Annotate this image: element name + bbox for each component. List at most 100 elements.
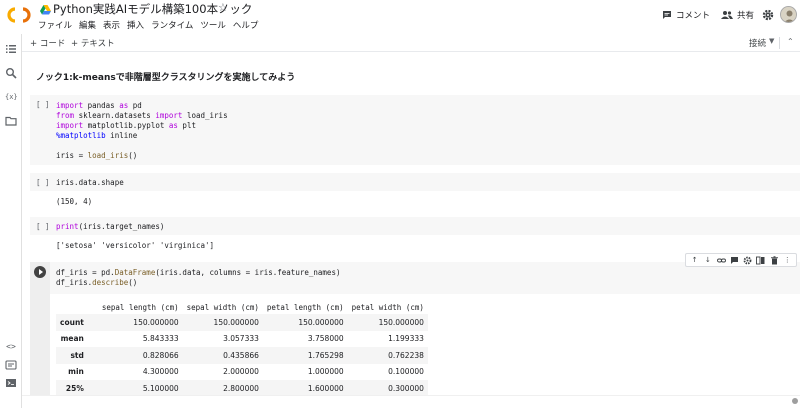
code-snippets-icon[interactable]: <> [5,341,17,353]
table-index-header [56,300,98,314]
table-cell: 1.765298 [307,350,344,360]
describe-dataframe-table: sepal length (cm) sepal width (cm) petal… [56,300,428,395]
table-cell: 3.057333 [223,334,259,344]
table-cell: 4.300000 [142,367,179,377]
table-cell: 0.828066 [142,350,179,360]
table-of-contents-icon[interactable] [5,43,17,55]
left-sidebar: {x} <> [0,34,22,408]
menu-item-view[interactable]: 表示 [103,19,120,31]
table-cell: 0.762238 [388,350,424,360]
code-cell-1[interactable]: [ ] import pandas as pd from sklearn.dat… [30,95,800,165]
code-cell-background [30,173,800,191]
row-label: mean [60,334,84,344]
share-label: 共有 [737,11,755,21]
cell-code[interactable]: import pandas as pd from sklearn.dataset… [56,101,228,161]
folder-icon[interactable] [5,115,17,127]
table-cell: 1.600000 [307,383,344,393]
connect-dropdown-icon[interactable]: ▼ [769,37,774,45]
drive-icon [40,5,51,15]
menu-item-file[interactable]: ファイル [38,19,72,31]
settings-gear-icon[interactable] [762,9,774,21]
app-header: Python実践AIモデル構築100本ノック ☆ ファイル 編集 表示 挿入 ラ… [0,0,800,34]
table-cell: 0.435866 [223,350,259,360]
code-cell-4[interactable]: df_iris = pd.DataFrame(iris.data, column… [30,262,800,395]
menu-item-insert[interactable]: 挿入 [127,19,144,31]
notebook-content: ノック1:k-meansで非階層型クラスタリングを実施してみよう [ ] imp… [22,53,800,395]
user-avatar[interactable] [780,6,797,23]
comment-label: コメント [676,11,711,21]
runtime-status-icon[interactable] [792,398,798,404]
row-label: count [60,317,84,327]
row-label: 25% [65,383,84,393]
menu-bar: ファイル 編集 表示 挿入 ランタイム ツール ヘルプ [38,19,258,31]
more-options-icon[interactable]: ⋮ [783,256,792,265]
mirror-cell-icon[interactable] [756,256,765,265]
cell-run-indicator[interactable]: [ ] [36,178,50,187]
code-cell-3[interactable]: [ ] print(iris.target_names) [30,217,800,235]
cell-code[interactable]: df_iris = pd.DataFrame(iris.data, column… [56,268,340,288]
share-button[interactable]: 共有 [721,9,754,21]
terminal-icon[interactable] [5,377,17,389]
star-icon[interactable]: ☆ [218,1,228,14]
move-down-icon[interactable]: ↓ [703,256,712,265]
comment-icon [663,11,671,19]
command-palette-icon[interactable] [5,359,17,371]
table-header-row: sepal length (cm) sepal width (cm) petal… [56,300,428,314]
table-cell: 2.800000 [223,383,259,393]
comment-icon[interactable] [730,256,739,265]
add-text-button[interactable]: + テキスト [71,37,115,49]
cell-run-indicator[interactable]: [ ] [36,222,50,231]
menu-item-tools[interactable]: ツール [200,19,226,31]
delete-icon[interactable] [770,255,779,265]
table-row: count 150.000000 150.000000 150.000000 1… [56,314,428,331]
table-cell: 5.100000 [142,383,179,393]
table-cell: 2.000000 [223,367,259,377]
cell-output: (150, 4) [56,197,93,206]
table-row: mean 5.843333 3.057333 3.758000 1.199333 [56,331,428,348]
table-row: std 0.828066 0.435866 1.765298 0.762238 [56,347,428,364]
notebook-toolbar: + コード + テキスト 接続 ▼ ⌃ [22,34,800,52]
comment-button[interactable]: コメント [662,9,710,21]
menu-item-edit[interactable]: 編集 [79,19,96,31]
table-cell: 150.000000 [378,317,424,327]
table-row: 25% 5.100000 2.800000 1.600000 0.300000 [56,380,428,395]
settings-gear-icon[interactable] [743,256,752,265]
cell-code[interactable]: iris.data.shape [56,178,124,188]
table-cell: 150.000000 [133,317,179,327]
status-bar [22,395,800,408]
table-cell: 3.758000 [307,334,344,344]
cell-gutter [30,262,50,395]
move-up-icon[interactable]: ↑ [690,256,699,265]
search-icon[interactable] [5,67,17,79]
link-icon[interactable] [716,256,726,265]
menu-item-runtime[interactable]: ランタイム [151,19,193,31]
column-header: petal width (cm) [351,302,424,312]
table-cell: 1.199333 [388,334,424,344]
row-label: std [70,350,84,360]
variables-icon[interactable]: {x} [5,91,18,103]
share-people-icon [721,11,733,19]
collapse-toolbar-icon[interactable]: ⌃ [787,37,794,46]
table-cell: 150.000000 [298,317,344,327]
column-header: sepal width (cm) [186,302,259,312]
toolbar-divider [779,37,780,49]
row-label: min [68,367,84,377]
avatar-image-icon [781,7,796,22]
table-cell: 150.000000 [213,317,259,327]
column-header: petal length (cm) [266,302,344,312]
connect-button[interactable]: 接続 [749,37,766,49]
table-cell: 5.843333 [142,334,179,344]
table-cell: 0.300000 [388,383,424,393]
column-header: sepal length (cm) [101,302,179,312]
code-cell-2[interactable]: [ ] iris.data.shape [30,173,800,191]
menu-item-help[interactable]: ヘルプ [233,19,259,31]
section-heading: ノック1:k-meansで非階層型クラスタリングを実施してみよう [36,73,296,83]
table-cell: 1.000000 [307,367,344,377]
cell-run-indicator[interactable]: [ ] [36,100,50,109]
run-cell-button[interactable] [34,266,46,278]
cell-code[interactable]: print(iris.target_names) [56,222,164,232]
table-row: min 4.300000 2.000000 1.000000 0.100000 [56,364,428,381]
table-cell: 0.100000 [388,367,424,377]
add-code-button[interactable]: + コード [30,37,65,49]
colab-logo-icon[interactable] [6,5,32,25]
